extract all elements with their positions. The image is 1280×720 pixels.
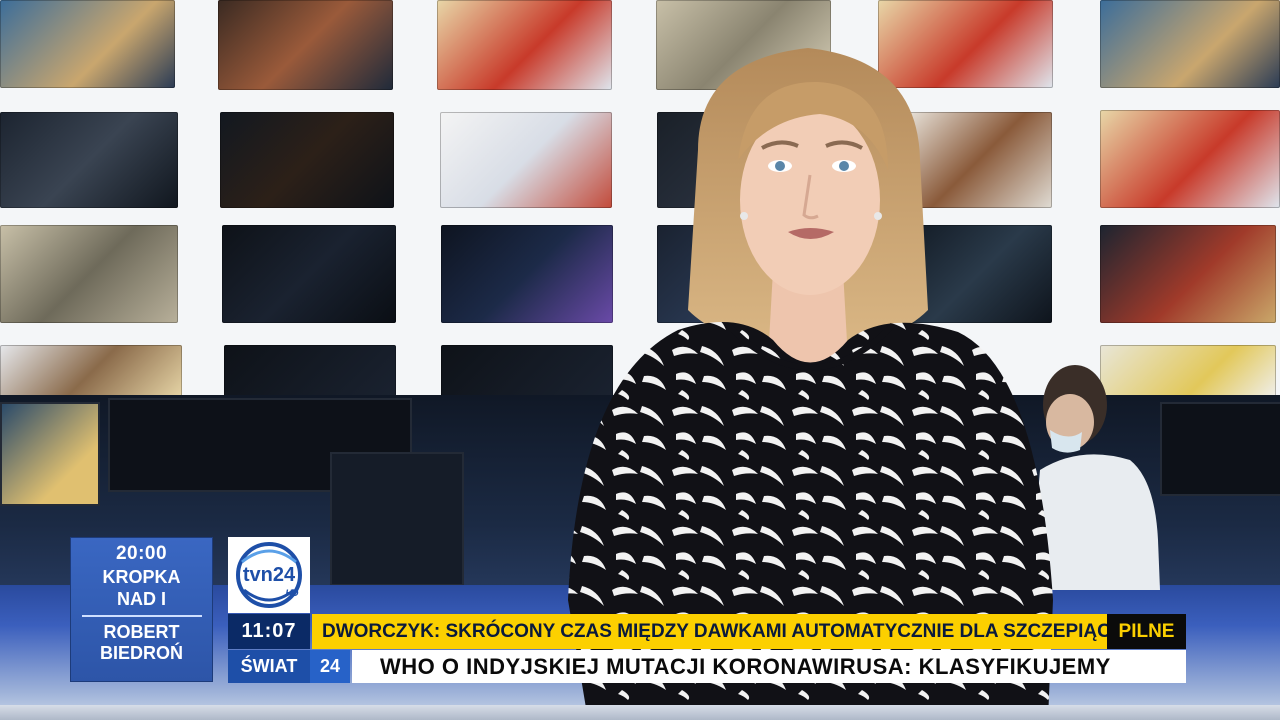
ticker-section: ŚWIAT: [228, 650, 310, 683]
promo-host-line: BIEDROŃ: [99, 643, 183, 663]
channel-logo: tvn24 HD: [228, 537, 310, 613]
wall-screen: [0, 112, 178, 208]
studio-monitor: [1160, 402, 1280, 496]
promo-host-name: ROBERT BIEDROŃ: [71, 622, 212, 664]
promo-time: 20:00: [115, 543, 168, 564]
logo-text: tvn24: [243, 564, 296, 586]
wall-screen: [1100, 110, 1280, 208]
news-ticker: WHO O INDYJSKIEJ MUTACJI KORONAWIRUSA: K…: [352, 650, 1186, 683]
studio-monitor: [0, 402, 100, 506]
desk-edge: [0, 705, 1280, 720]
tvn24-logo-icon: tvn24 HD: [236, 542, 302, 608]
wall-screen: [0, 345, 182, 400]
clock: 11:07: [228, 614, 310, 649]
promo-show-name: KROPKA NAD I: [71, 566, 212, 610]
promo-show-line: NAD I: [117, 589, 166, 609]
logo-sub: HD: [286, 588, 299, 598]
wall-screen: [218, 0, 393, 90]
wall-screen: [1100, 0, 1280, 88]
tv-news-frame: 20:00 KROPKA NAD I ROBERT BIEDROŃ tvn24 …: [0, 0, 1280, 720]
promo-divider: [81, 615, 202, 617]
breaking-label: PILNE: [1107, 614, 1186, 649]
breaking-headline: DWORCZYK: SKRÓCONY CZAS MIĘDZY DAWKAMI A…: [312, 614, 1107, 649]
wall-screen: [224, 345, 396, 400]
wall-screen: [1100, 225, 1276, 323]
show-promo-box: 20:00 KROPKA NAD I ROBERT BIEDROŃ: [70, 537, 213, 682]
wall-screen: [222, 225, 396, 323]
promo-show-line: KROPKA: [102, 567, 181, 587]
wall-screen: [220, 112, 394, 208]
wall-screen: [0, 0, 175, 88]
ticker-section-num: 24: [310, 650, 350, 683]
studio-monitor: [330, 452, 464, 586]
wall-screen: [0, 225, 178, 323]
promo-host-line: ROBERT: [103, 622, 180, 642]
